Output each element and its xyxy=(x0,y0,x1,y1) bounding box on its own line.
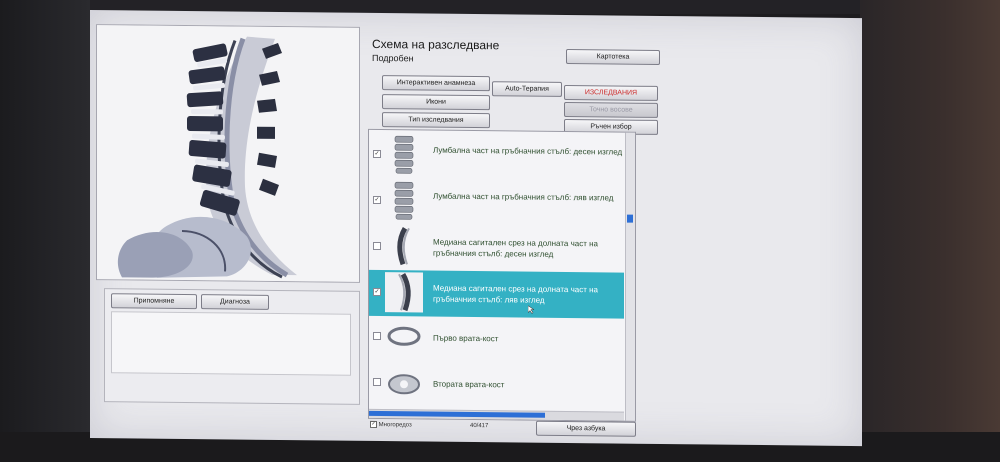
anatomy-image-panel xyxy=(96,24,360,283)
list-vertical-scrollbar[interactable] xyxy=(625,132,635,421)
list-item-checkbox[interactable] xyxy=(373,331,381,341)
research-button[interactable]: ИЗСЛЕДВАНИЯ xyxy=(564,84,658,101)
window-title: Схема на разследване xyxy=(372,36,500,53)
sagittal-spine-left-icon xyxy=(385,272,423,313)
spine-sagittal-image xyxy=(97,25,359,282)
mouse-cursor-icon xyxy=(528,305,534,314)
list-item-label: Лумбална част на гръбначния стълб: ляв и… xyxy=(433,191,614,203)
alphabet-sort-button[interactable]: Чрез азбука xyxy=(536,420,636,437)
notes-tab[interactable]: Припомняне xyxy=(111,293,197,310)
list-item-checkbox[interactable] xyxy=(373,377,381,387)
list-item[interactable]: ✓ Лумбална част на гръбначния стълб: ляв… xyxy=(369,178,624,227)
atlas-vertebra-icon xyxy=(387,326,421,346)
research-list: ✓ Лумбална част на гръбначния стълб: дес… xyxy=(368,128,636,422)
multiselect-label: Многоредоз xyxy=(378,422,412,429)
card-index-button[interactable]: Картотека xyxy=(566,48,660,65)
sagittal-spine-right-icon xyxy=(397,226,410,266)
lumbar-spine-right-icon xyxy=(394,135,414,174)
list-item-checkbox[interactable]: ✓ xyxy=(373,287,381,297)
item-counter: 40/417 xyxy=(470,422,489,430)
list-item-checkbox[interactable]: ✓ xyxy=(373,149,381,159)
list-item-label: Първо врата-кост xyxy=(433,333,499,344)
list-item-label: Втората врата-кост xyxy=(433,379,505,390)
interactive-history-button[interactable]: Интерактивен анамнеза xyxy=(382,75,490,92)
diagnosis-tab[interactable]: Диагноза xyxy=(201,294,269,310)
monitor-bezel-left xyxy=(0,0,90,462)
multiselect-checkbox[interactable]: ✓ Многоредоз xyxy=(370,420,412,429)
research-type-button[interactable]: Тип изследвания xyxy=(382,112,490,129)
list-item[interactable]: ✓ Лумбална част на гръбначния стълб: дес… xyxy=(369,132,624,181)
notes-textarea[interactable] xyxy=(111,311,351,376)
list-item-checkbox[interactable]: ✓ xyxy=(373,195,381,205)
icons-button[interactable]: Икони xyxy=(382,94,490,111)
background-wall xyxy=(860,0,1000,462)
list-item-label: Лумбална част на гръбначния стълб: десен… xyxy=(433,145,623,157)
axis-vertebra-icon xyxy=(388,374,420,395)
list-item-checkbox[interactable] xyxy=(373,241,381,251)
list-item[interactable]: Първо врата-кост xyxy=(369,320,624,369)
notes-panel: Припомняне Диагноза xyxy=(104,288,360,405)
list-item-label: Медиана сагитален срез на долната част н… xyxy=(433,237,598,259)
view-mode-label: Подробен xyxy=(372,52,414,64)
application-window: Припомняне Диагноза Схема на разследване… xyxy=(90,10,862,447)
auto-therapy-button[interactable]: Auto-Терапия xyxy=(492,81,562,97)
vertical-scroll-thumb[interactable] xyxy=(627,214,633,223)
list-item[interactable]: Втората врата-кост xyxy=(369,362,624,411)
list-item-selected[interactable]: ✓ Медиана сагитален срез на долната част… xyxy=(369,269,624,319)
disabled-toolbar-button[interactable]: Точно восове xyxy=(564,101,658,118)
horizontal-scroll-thumb[interactable] xyxy=(369,410,545,418)
list-item-label: Медиана сагитален срез на долната част н… xyxy=(433,283,598,305)
list-horizontal-scrollbar[interactable] xyxy=(369,408,624,421)
list-item[interactable]: Медиана сагитален срез на долната част н… xyxy=(369,224,624,273)
lumbar-spine-left-icon xyxy=(394,181,414,220)
